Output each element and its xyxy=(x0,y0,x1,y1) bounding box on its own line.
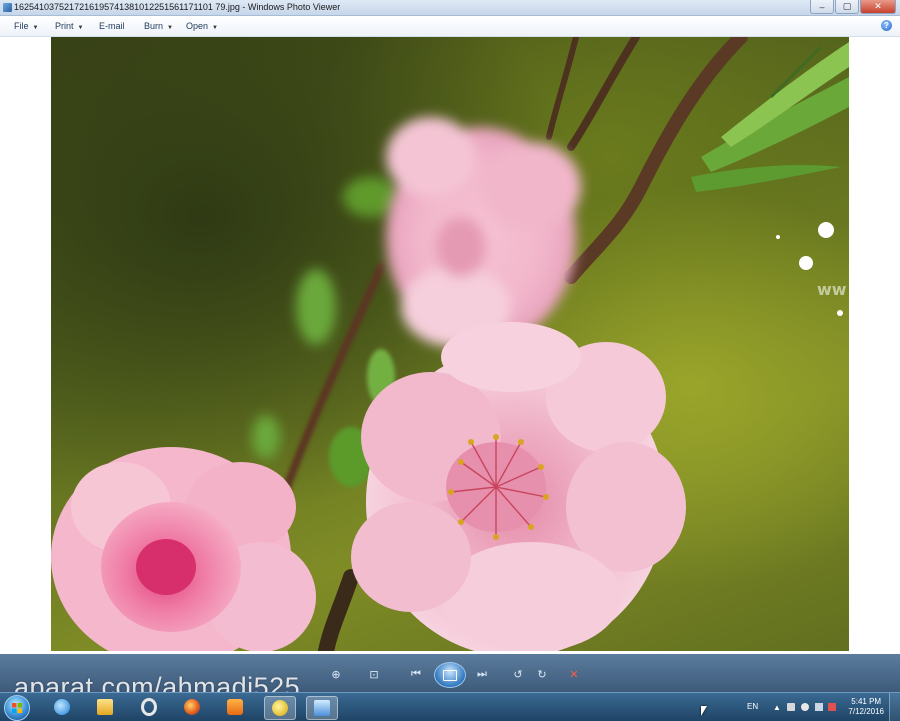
internet-explorer-icon xyxy=(54,699,70,715)
help-icon[interactable]: ? xyxy=(881,20,892,31)
system-tray: EN ▲ 5:41 PM 7/12/2016 xyxy=(740,693,900,721)
volume-icon[interactable] xyxy=(801,703,809,711)
taskbar-photo-viewer[interactable] xyxy=(306,696,338,720)
title-bar: 1625410375217216195741381012251561171101… xyxy=(0,0,900,16)
menu-burn-label: Burn xyxy=(144,21,164,31)
photo-partial-watermark: ww xyxy=(817,280,847,299)
show-hidden-icons-icon[interactable]: ▲ xyxy=(773,703,781,712)
menu-bar: File ▼ Print ▼ E-mail Burn ▼ Open ▼ ? xyxy=(0,16,900,37)
mouse-cursor-icon xyxy=(701,706,707,716)
minimize-button[interactable]: – xyxy=(810,0,834,14)
zoom-icon[interactable]: ⊕ xyxy=(328,666,344,682)
start-button[interactable] xyxy=(4,695,30,721)
clock[interactable]: 5:41 PM 7/12/2016 xyxy=(848,697,884,717)
action-center-icon[interactable] xyxy=(815,703,823,711)
clock-time: 5:41 PM xyxy=(851,697,882,706)
peach-blossom-photo: ww xyxy=(51,37,849,651)
media-player-icon xyxy=(227,699,243,715)
menu-email[interactable]: E-mail xyxy=(99,21,125,31)
close-button[interactable]: ✕ xyxy=(860,0,896,14)
flag-icon[interactable] xyxy=(828,703,836,711)
app-icon xyxy=(272,700,288,716)
file-explorer-icon xyxy=(97,699,113,715)
clock-date: 7/12/2016 xyxy=(848,707,884,716)
delete-icon[interactable]: ✕ xyxy=(566,666,582,682)
menu-print-label: Print xyxy=(55,21,74,31)
taskbar-opera[interactable] xyxy=(134,696,164,718)
language-indicator[interactable]: EN xyxy=(747,702,758,711)
menu-open-label: Open xyxy=(186,21,209,31)
viewer-controls: ⊕ ⊡ ⏮ ⏭ ↺ ↻ ✕ xyxy=(320,662,600,688)
taskbar-ie[interactable] xyxy=(47,696,77,718)
chevron-down-icon: ▼ xyxy=(167,25,173,31)
next-icon[interactable]: ⏭ xyxy=(474,666,490,682)
menu-file-label: File xyxy=(14,21,29,31)
windows-logo-icon xyxy=(12,703,22,713)
slideshow-button[interactable] xyxy=(434,662,466,688)
photo-viewer-icon xyxy=(314,700,330,716)
chevron-down-icon: ▼ xyxy=(32,25,39,31)
window-title: 1625410375217216195741381012251561171101… xyxy=(14,2,341,12)
photo-illustration: ww xyxy=(51,37,849,651)
actual-size-icon[interactable]: ⊡ xyxy=(366,666,382,682)
maximize-button[interactable]: ▢ xyxy=(835,0,859,14)
chevron-down-icon: ▼ xyxy=(212,25,218,31)
taskbar-explorer[interactable] xyxy=(90,696,120,718)
slideshow-icon xyxy=(443,669,457,681)
chevron-down-icon: ▼ xyxy=(77,25,84,31)
taskbar-firefox[interactable] xyxy=(177,696,207,718)
rotate-left-icon[interactable]: ↺ xyxy=(510,666,526,682)
photo-viewer-app-icon xyxy=(3,3,12,12)
taskbar-app[interactable] xyxy=(264,696,296,720)
rotate-right-icon[interactable]: ↻ xyxy=(534,666,550,682)
menu-email-label: E-mail xyxy=(99,21,125,31)
image-viewer-area: ww xyxy=(0,37,900,654)
opera-icon xyxy=(141,698,157,716)
menu-burn[interactable]: Burn ▼ xyxy=(144,21,173,31)
menu-file[interactable]: File ▼ xyxy=(14,21,38,31)
taskbar-media-player[interactable] xyxy=(220,696,250,718)
taskbar: EN ▲ 5:41 PM 7/12/2016 xyxy=(0,692,900,721)
previous-icon[interactable]: ⏮ xyxy=(408,666,424,682)
show-desktop-button[interactable] xyxy=(889,693,900,721)
menu-open[interactable]: Open ▼ xyxy=(186,21,218,31)
menu-print[interactable]: Print ▼ xyxy=(55,21,83,31)
firefox-icon xyxy=(184,699,200,715)
window-controls: – ▢ ✕ xyxy=(809,0,896,14)
network-icon[interactable] xyxy=(787,703,795,711)
